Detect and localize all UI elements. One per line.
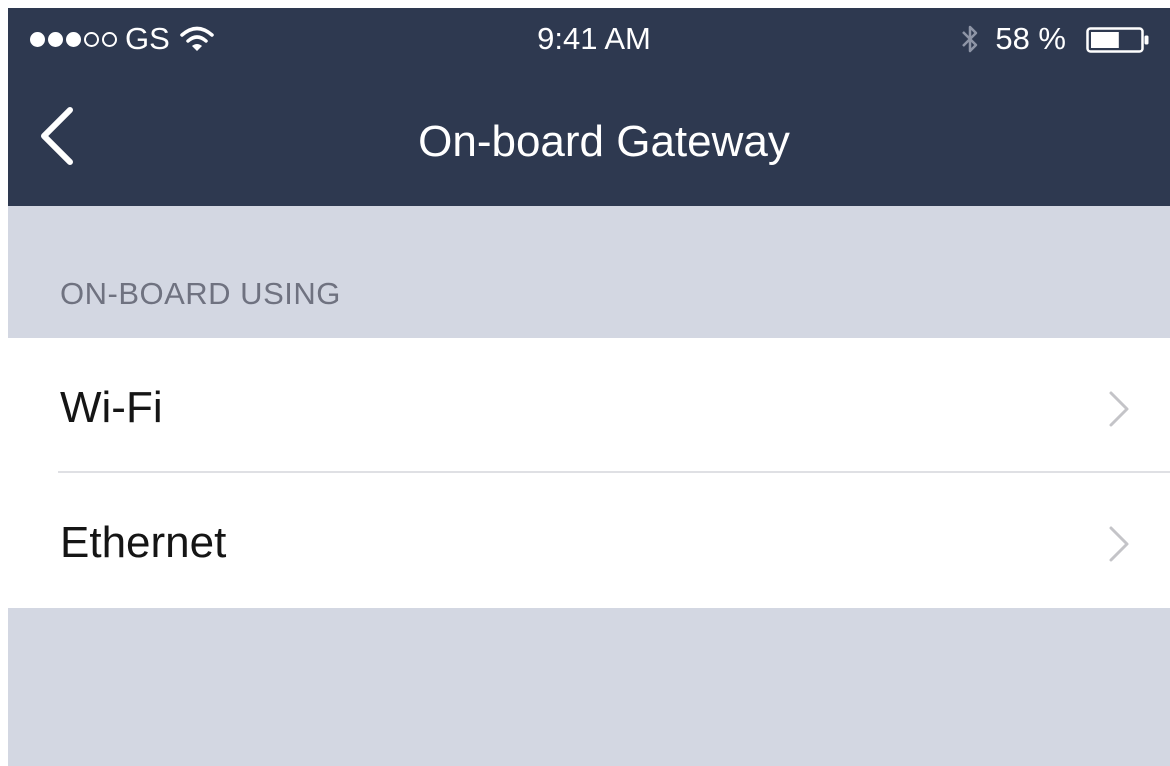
list-item-wifi[interactable]: Wi-Fi (8, 338, 1170, 473)
battery-fill (1091, 32, 1119, 48)
chevron-right-icon (1108, 390, 1130, 428)
section-title: ON-BOARD USING (60, 276, 341, 311)
chevron-right-icon (1108, 525, 1130, 563)
list-item-label: Ethernet (60, 518, 227, 567)
section-header: ON-BOARD USING (8, 206, 1170, 338)
frame-border-left (0, 0, 8, 766)
page-title: On-board Gateway (418, 117, 790, 166)
top-bar: GS 9:41 AM 58 % On-board Gateway (8, 8, 1170, 206)
battery-icon (1086, 26, 1150, 53)
screen: GS 9:41 AM 58 % On-board Gateway ON-BOAR… (0, 0, 1170, 766)
list-item-label: Wi-Fi (60, 383, 163, 432)
frame-border-top (0, 0, 1170, 8)
empty-background (8, 608, 1170, 766)
list-item-ethernet[interactable]: Ethernet (8, 473, 1170, 608)
onboard-options-list: Wi-Fi Ethernet (8, 338, 1170, 608)
battery-percent: 58 % (995, 21, 1066, 56)
status-bar: GS 9:41 AM 58 % (8, 8, 1170, 70)
navigation-bar: On-board Gateway (8, 70, 1170, 206)
bluetooth-icon (959, 23, 981, 55)
status-right: 58 % (959, 22, 1150, 56)
